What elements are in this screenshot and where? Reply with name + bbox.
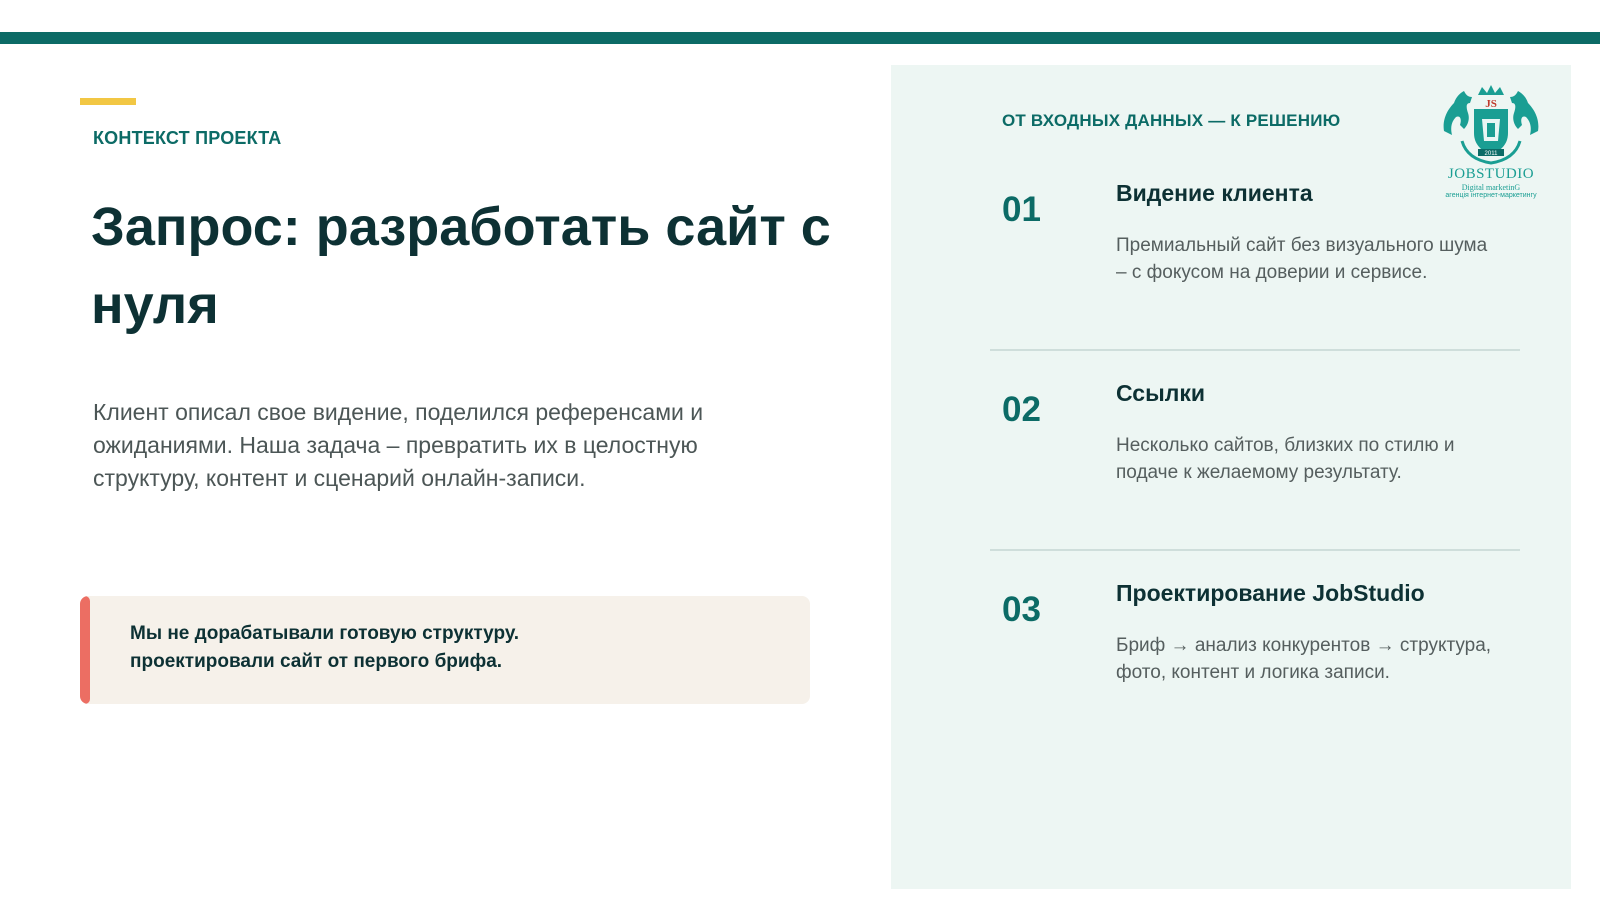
svg-text:JS: JS	[1485, 98, 1497, 110]
eyebrow-accent-line	[80, 98, 136, 105]
logo-subtitle: Digital marketinG	[1461, 183, 1521, 192]
step-title: Ссылки	[1116, 380, 1206, 406]
callout-accent-bar	[80, 596, 90, 704]
step-description: Несколько сайтов, близких по стилю и под…	[1116, 435, 1455, 483]
step-number: 03	[1002, 590, 1041, 629]
page-title: Запрос: разработать сайт с нуля	[91, 197, 831, 335]
process-panel: ОТ ВХОДНЫХ ДАННЫХ — К РЕШЕНИЮ JS 2011 JO…	[891, 65, 1571, 889]
top-accent-bar	[0, 32, 1600, 44]
step-description: Бриф → анализ конкурентов → структура, ф…	[1116, 635, 1492, 683]
step-number: 01	[1002, 190, 1041, 229]
callout-line-2: проектировали сайт от первого брифа.	[130, 651, 503, 672]
step-divider	[990, 349, 1520, 351]
step-title: Проектирование JobStudio	[1116, 580, 1425, 606]
jobstudio-logo: JS 2011 JOBSTUDIO Digital marketinG аген…	[1438, 85, 1544, 203]
callout-text: Мы не дорабатывали готовую структуру. пр…	[130, 620, 790, 676]
logo-brand-text: JOBSTUDIO	[1447, 166, 1535, 182]
callout-note: Мы не дорабатывали готовую структуру. пр…	[80, 596, 810, 704]
step-divider	[990, 549, 1520, 551]
callout-line-1: Мы не дорабатывали готовую структуру.	[130, 623, 520, 644]
section-eyebrow: КОНТЕКСТ ПРОЕКТА	[93, 128, 282, 148]
step-number: 02	[1002, 390, 1041, 429]
logo-crest-icon: JS 2011	[1443, 85, 1539, 165]
lead-paragraph: Клиент описал свое видение, поделился ре…	[93, 399, 704, 491]
svg-text:2011: 2011	[1485, 151, 1499, 157]
step-description: Премиальный сайт без визуального шума – …	[1116, 235, 1488, 283]
panel-title: ОТ ВХОДНЫХ ДАННЫХ — К РЕШЕНИЮ	[1002, 111, 1341, 130]
step-title: Видение клиента	[1116, 180, 1313, 206]
logo-subtitle-ua: агенція інтернет-маркетингу	[1445, 192, 1537, 199]
